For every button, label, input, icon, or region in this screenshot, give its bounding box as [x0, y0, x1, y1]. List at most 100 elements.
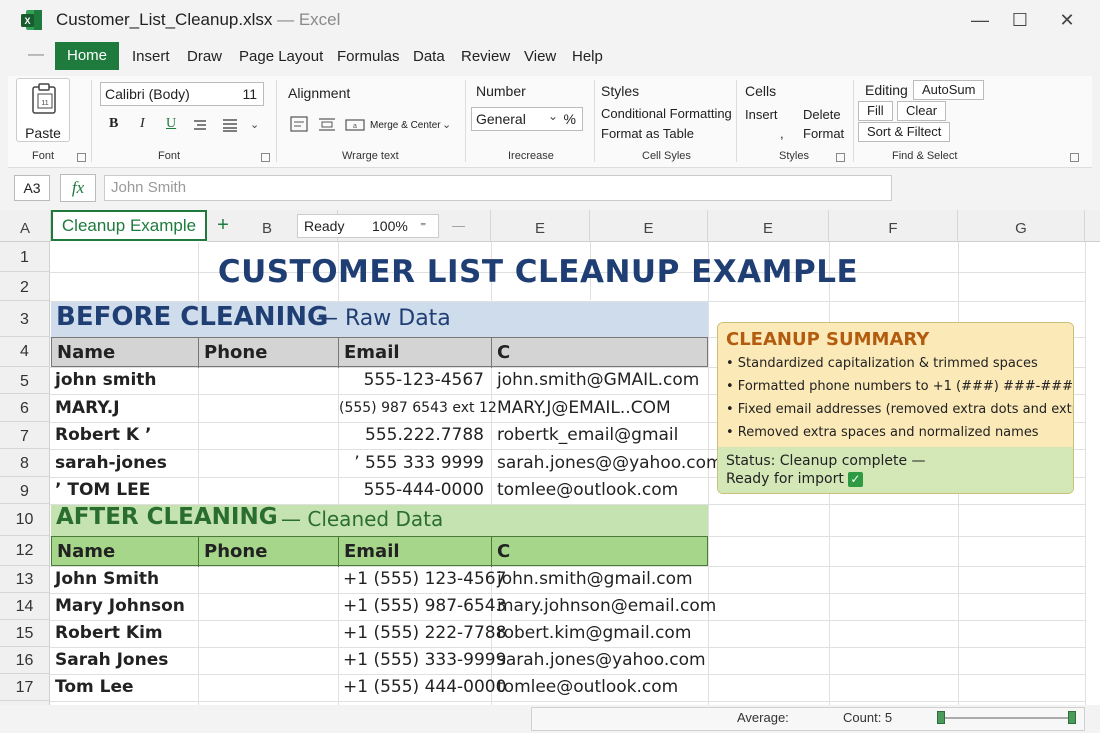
- close-button[interactable]: ✕: [1055, 8, 1079, 32]
- autosum-button[interactable]: AutoSum: [913, 80, 985, 100]
- row-header[interactable]: 4: [0, 337, 50, 367]
- zoom-slider-track[interactable]: [941, 717, 1073, 719]
- row-header[interactable]: 3: [0, 301, 50, 337]
- menu-formulas[interactable]: Formulas: [337, 48, 400, 65]
- header-phone[interactable]: Phone: [199, 537, 339, 567]
- font-size-value[interactable]: 11: [242, 86, 257, 102]
- zoom-minus-button[interactable]: —: [452, 218, 465, 233]
- row-header[interactable]: 1: [0, 242, 50, 272]
- chevron-down-icon[interactable]: ⌄: [250, 118, 259, 131]
- merge-center-icon[interactable]: a: [345, 116, 365, 132]
- header-phone[interactable]: Phone: [199, 338, 339, 368]
- raw-email-cell[interactable]: MARY.J@EMAIL..COM: [497, 398, 671, 418]
- before-cleaning-band[interactable]: BEFORE CLEANING — Raw Data: [51, 302, 708, 337]
- clean-phone-cell[interactable]: +1 (555) 222-7788: [343, 623, 506, 643]
- raw-name-cell[interactable]: ’ TOM LEE: [55, 480, 150, 500]
- zoom-slider-end[interactable]: [1068, 711, 1076, 724]
- paste-button[interactable]: 11 Paste: [16, 78, 70, 142]
- clean-name-cell[interactable]: Tom Lee: [55, 677, 134, 697]
- clean-email-cell[interactable]: robert.kim@gmail.com: [497, 623, 691, 643]
- align-justify-icon[interactable]: [222, 118, 238, 132]
- column-header-g[interactable]: G: [958, 210, 1085, 242]
- raw-phone-cell[interactable]: ’ 555 333 9999: [339, 453, 484, 473]
- delete-cells-button[interactable]: Delete: [803, 107, 841, 122]
- insert-cells-button[interactable]: Insert: [745, 107, 778, 122]
- clean-phone-cell[interactable]: +1 (555) 123-4567: [343, 569, 506, 589]
- row-header[interactable]: 17: [0, 674, 50, 701]
- clean-name-cell[interactable]: Mary Johnson: [55, 596, 185, 616]
- row-header[interactable]: 8: [0, 449, 50, 477]
- raw-name-cell[interactable]: MARY.J: [55, 398, 120, 418]
- clean-email-cell[interactable]: sarah.jones@yahoo.com: [497, 650, 706, 670]
- raw-email-cell[interactable]: john.smith@GMAIL.com: [497, 370, 699, 390]
- find-select-label[interactable]: Find & Select: [892, 150, 957, 162]
- expander-icon[interactable]: [77, 153, 86, 162]
- font-name-field[interactable]: Calibri (Body) 11: [100, 82, 264, 106]
- merge-center-button[interactable]: Merge & Center: [370, 120, 441, 131]
- expander-icon[interactable]: [261, 153, 270, 162]
- bold-button[interactable]: B: [109, 116, 118, 132]
- underline-button[interactable]: U: [166, 116, 176, 132]
- clean-phone-cell[interactable]: +1 (555) 987-6543: [343, 596, 506, 616]
- clean-email-cell[interactable]: john.smith@gmail.com: [497, 569, 693, 589]
- zoom-slider-handle[interactable]: [937, 711, 945, 724]
- header-email[interactable]: Email: [339, 338, 492, 368]
- clear-button[interactable]: Clear: [897, 101, 947, 121]
- menu-page-layout[interactable]: Page Layout: [239, 48, 323, 65]
- conditional-formatting-button[interactable]: Conditional Formatting: [601, 106, 732, 121]
- clean-phone-cell[interactable]: +1 (555) 333-9999: [343, 650, 506, 670]
- menu-insert[interactable]: Insert: [132, 48, 170, 65]
- format-as-table-button[interactable]: Format as Table: [601, 126, 694, 141]
- zoom-popup[interactable]: Ready 100% ⁼: [297, 214, 439, 238]
- maximize-button[interactable]: ☐: [1008, 8, 1032, 32]
- count-status[interactable]: Count: 5: [843, 710, 892, 725]
- italic-button[interactable]: I: [140, 116, 145, 132]
- raw-email-cell[interactable]: sarah.jones@@yahoo.com: [497, 453, 723, 473]
- header-c[interactable]: C: [492, 338, 707, 368]
- format-cells-button[interactable]: Format: [803, 126, 844, 141]
- menu-review[interactable]: Review: [461, 48, 510, 65]
- row-header[interactable]: 2: [0, 272, 50, 301]
- row-header[interactable]: 12: [0, 536, 50, 566]
- raw-name-cell[interactable]: john smith: [55, 370, 157, 390]
- column-header-e3[interactable]: E: [708, 210, 829, 242]
- average-status[interactable]: Average:: [737, 710, 789, 725]
- formula-input[interactable]: John Smith: [104, 175, 892, 201]
- row-header[interactable]: 16: [0, 647, 50, 674]
- menu-help[interactable]: Help: [572, 48, 603, 65]
- menu-data[interactable]: Data: [413, 48, 445, 65]
- after-cleaning-band[interactable]: AFTER CLEANING — Cleaned Data: [51, 504, 708, 536]
- row-header[interactable]: 5: [0, 367, 50, 394]
- row-header[interactable]: 15: [0, 620, 50, 647]
- expander-icon[interactable]: [1070, 153, 1079, 162]
- name-box[interactable]: A3: [14, 175, 50, 201]
- menu-draw[interactable]: Draw: [187, 48, 222, 65]
- column-header-e1[interactable]: E: [491, 210, 590, 242]
- number-format-dropdown[interactable]: General ⌄ %: [471, 107, 583, 131]
- clean-name-cell[interactable]: Sarah Jones: [55, 650, 168, 670]
- chevron-down-icon[interactable]: ⌄: [442, 118, 451, 131]
- raw-phone-cell[interactable]: (555) 987 6543 ext 12: [339, 400, 497, 416]
- indent-icon[interactable]: [193, 118, 207, 132]
- column-header-e2[interactable]: E: [590, 210, 708, 242]
- row-header[interactable]: 9: [0, 477, 50, 504]
- clean-name-cell[interactable]: Robert Kim: [55, 623, 163, 643]
- raw-email-cell[interactable]: tomlee@outlook.com: [497, 480, 678, 500]
- row-header[interactable]: 6: [0, 394, 50, 422]
- clean-email-cell[interactable]: tomlee@outlook.com: [497, 677, 678, 697]
- fill-button[interactable]: Fill: [858, 101, 893, 121]
- raw-name-cell[interactable]: sarah-jones: [55, 453, 167, 473]
- align-middle-icon[interactable]: [318, 116, 336, 132]
- zoom-arrows-icon[interactable]: ⁼: [420, 215, 426, 237]
- expander-icon[interactable]: [836, 153, 845, 162]
- percent-button[interactable]: %: [564, 111, 576, 127]
- cleanup-summary-box[interactable]: CLEANUP SUMMARY • Standardized capitaliz…: [717, 322, 1074, 494]
- raw-phone-cell[interactable]: 555-444-0000: [339, 480, 484, 500]
- wrap-text-icon[interactable]: [290, 116, 308, 132]
- row-header[interactable]: 10: [0, 504, 50, 536]
- insert-function-button[interactable]: fx: [60, 174, 96, 202]
- sheet-tab-cleanup-example[interactable]: Cleanup Example: [51, 210, 207, 241]
- header-email[interactable]: Email: [339, 537, 492, 567]
- sort-filter-button[interactable]: Sort & Filtect: [858, 122, 951, 142]
- raw-email-cell[interactable]: robertk_email@gmail: [497, 425, 678, 445]
